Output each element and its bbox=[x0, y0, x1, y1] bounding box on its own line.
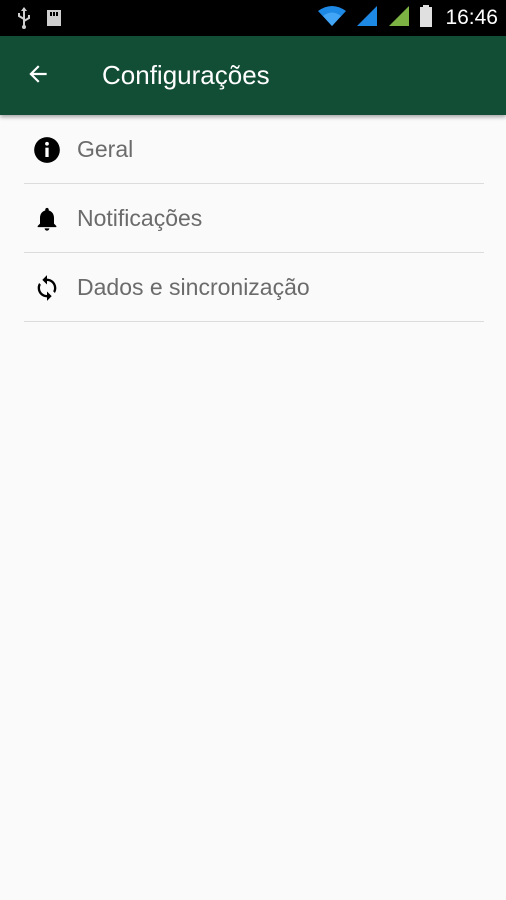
signal-icon bbox=[355, 4, 379, 33]
settings-item-dados-sincronizacao[interactable]: Dados e sincronização bbox=[24, 253, 484, 322]
status-notifications bbox=[16, 7, 62, 34]
usb-icon bbox=[16, 7, 32, 34]
app-bar: Configurações bbox=[0, 36, 506, 115]
bell-icon bbox=[32, 204, 62, 234]
back-button[interactable] bbox=[16, 54, 60, 98]
arrow-back-icon bbox=[25, 61, 51, 92]
settings-item-notificacoes[interactable]: Notificações bbox=[24, 184, 484, 253]
settings-list: Geral Notificações Dados e sincronização bbox=[24, 115, 484, 322]
info-icon bbox=[32, 135, 62, 165]
page-title: Configurações bbox=[102, 60, 270, 90]
settings-item-label: Notificações bbox=[77, 205, 203, 231]
signal-icon bbox=[387, 4, 411, 33]
sync-icon bbox=[32, 273, 62, 303]
settings-item-label: Geral bbox=[77, 136, 134, 162]
status-bar: 16:46 bbox=[0, 0, 506, 36]
settings-item-geral[interactable]: Geral bbox=[24, 115, 484, 184]
wifi-icon bbox=[317, 5, 347, 32]
battery-icon bbox=[419, 4, 433, 33]
settings-item-label: Dados e sincronização bbox=[77, 274, 310, 300]
status-system: 16:46 bbox=[317, 4, 498, 32]
storage-icon bbox=[46, 8, 62, 33]
status-time: 16:46 bbox=[445, 6, 498, 29]
